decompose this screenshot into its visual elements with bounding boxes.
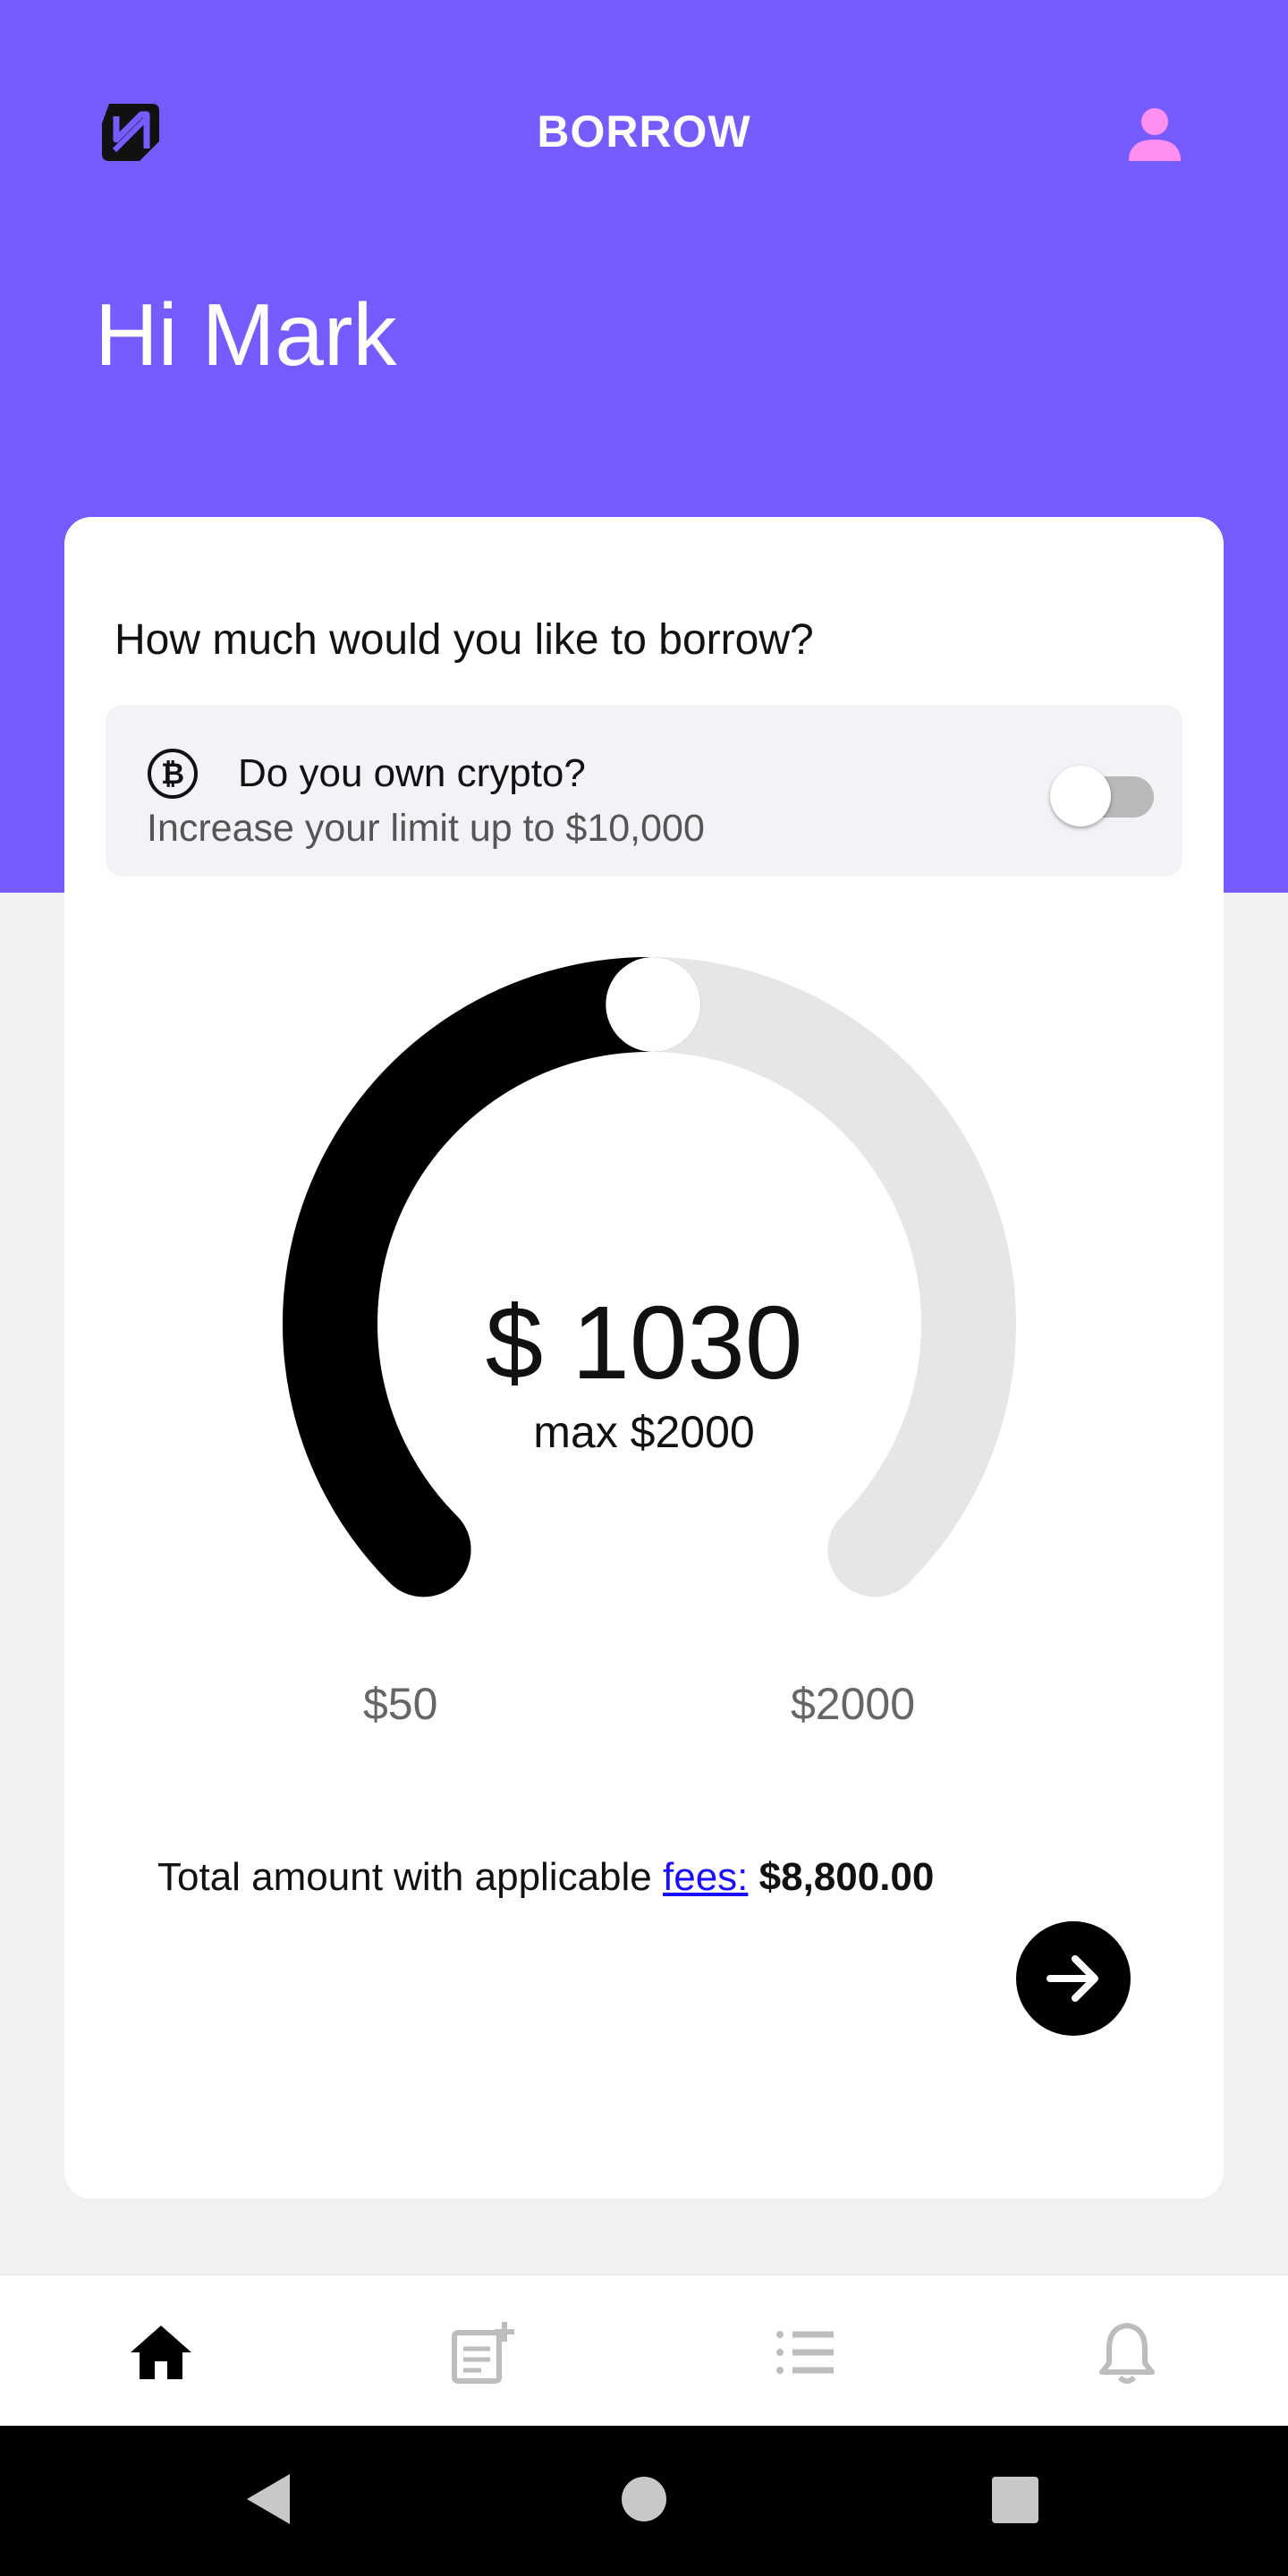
bell-icon[interactable] xyxy=(1093,2318,1161,2386)
total-prefix: Total amount with applicable xyxy=(157,1855,663,1899)
home-circle-icon[interactable] xyxy=(621,2476,667,2522)
svg-text:₿: ₿ xyxy=(161,757,184,791)
bottom-nav xyxy=(0,2274,1288,2426)
crypto-toggle[interactable] xyxy=(1050,757,1154,826)
list-icon[interactable] xyxy=(771,2318,839,2386)
borrow-question: How much would you like to borrow? xyxy=(114,616,814,664)
note-add-icon[interactable] xyxy=(449,2318,517,2386)
total-value: $8,800.00 xyxy=(758,1855,935,1899)
amount-value: $ 1030 xyxy=(485,1284,803,1401)
system-nav-bar xyxy=(0,2426,1288,2576)
page-title: BORROW xyxy=(537,106,751,157)
back-icon[interactable] xyxy=(242,2470,295,2528)
greeting: Hi Mark xyxy=(95,285,397,384)
bitcoin-icon: ₿ xyxy=(148,749,198,799)
recents-icon[interactable] xyxy=(991,2476,1039,2524)
gauge-handle[interactable] xyxy=(606,957,701,1053)
home-icon[interactable] xyxy=(127,2318,195,2386)
crypto-title: Do you own crypto? xyxy=(238,751,586,795)
total-amount: Total amount with applicable fees: $8,80… xyxy=(157,1855,934,1900)
fees-link[interactable]: fees: xyxy=(663,1855,748,1899)
gauge-fill xyxy=(283,957,701,1597)
min-tick-label: $50 xyxy=(363,1679,438,1729)
max-amount-label: max $2000 xyxy=(533,1407,755,1457)
next-button[interactable] xyxy=(1016,1921,1131,2036)
toggle-knob xyxy=(1050,766,1111,826)
user-icon[interactable] xyxy=(1125,106,1184,165)
max-tick-label: $2000 xyxy=(791,1679,916,1729)
arrow-right-icon xyxy=(1046,1955,1098,2002)
borrow-card: How much would you like to borrow? ₿ Do … xyxy=(64,517,1224,2199)
crypto-option: ₿ Do you own crypto? Increase your limit… xyxy=(106,705,1182,877)
crypto-subtitle: Increase your limit up to $10,000 xyxy=(147,807,705,850)
